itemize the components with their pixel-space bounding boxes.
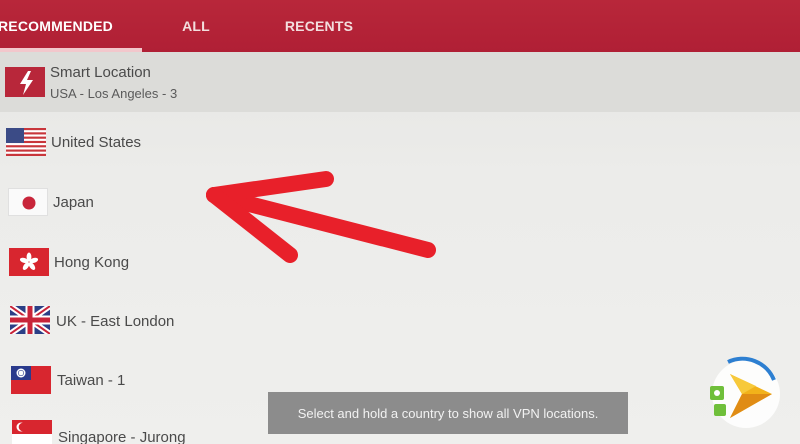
us-flag-icon bbox=[6, 128, 46, 156]
tab-recents[interactable]: RECENTS bbox=[272, 0, 366, 52]
location-label: Hong Kong bbox=[54, 254, 130, 271]
watermark-logo bbox=[698, 356, 782, 432]
smart-location-row[interactable]: Smart Location USA - Los Angeles - 3 bbox=[0, 52, 800, 112]
location-label: Japan bbox=[53, 194, 94, 211]
hint-toast: Select and hold a country to show all VP… bbox=[268, 392, 628, 434]
location-item-japan[interactable]: Japan bbox=[0, 172, 800, 232]
location-item-united-states[interactable]: United States bbox=[0, 112, 800, 172]
tab-all[interactable]: ALL bbox=[166, 0, 226, 52]
location-item-hong-kong[interactable]: Hong Kong bbox=[0, 232, 800, 292]
location-list: Smart Location USA - Los Angeles - 3 Uni… bbox=[0, 52, 800, 444]
hongkong-flag-icon bbox=[9, 248, 49, 276]
smart-location-subtitle: USA - Los Angeles - 3 bbox=[50, 86, 178, 101]
uk-flag-icon bbox=[10, 306, 50, 334]
location-label: UK - East London bbox=[56, 313, 175, 330]
japan-flag-icon bbox=[8, 188, 48, 216]
tab-bar: RECOMMENDED ALL RECENTS bbox=[0, 0, 800, 52]
location-label: Taiwan - 1 bbox=[57, 372, 126, 389]
lightning-icon bbox=[5, 67, 45, 97]
singapore-flag-icon bbox=[12, 420, 52, 444]
location-item-uk-east-london[interactable]: UK - East London bbox=[0, 292, 800, 352]
location-label: United States bbox=[51, 134, 142, 151]
location-label: Singapore - Jurong bbox=[58, 429, 186, 444]
tab-recommended[interactable]: RECOMMENDED bbox=[0, 0, 142, 52]
smart-location-title: Smart Location bbox=[50, 64, 151, 81]
taiwan-flag-icon bbox=[11, 366, 51, 394]
